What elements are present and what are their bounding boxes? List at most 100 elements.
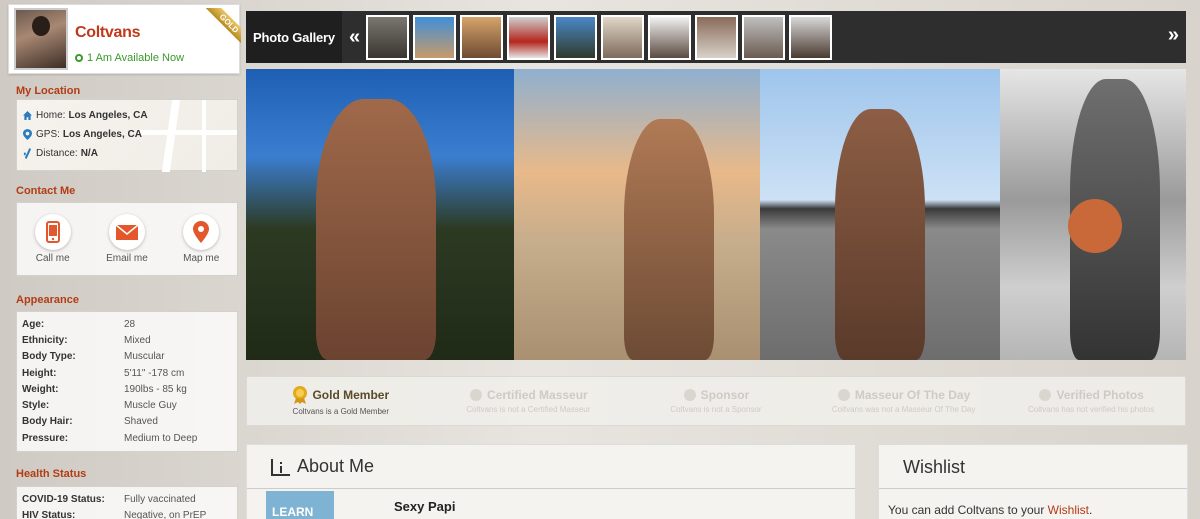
badge-subtitle: Coltvans is not a Certified Masseur [466,405,591,414]
appearance-row: Body Hair: Shaved [22,416,158,428]
phone-icon [45,221,60,243]
gallery-thumbnail[interactable] [507,14,551,60]
trophy-icon [837,389,850,401]
distance-label: Distance: [36,148,78,159]
gallery-thumbnail[interactable] [366,14,410,60]
gallery-thumbnail[interactable] [648,14,692,60]
badge-subtitle: Coltvans was not a Masseur Of The Day [831,405,976,414]
badge-subtitle: Coltvans is a Gold Member [292,407,390,416]
gallery-photo[interactable] [1000,69,1186,360]
map-me-label: Map me [183,253,220,264]
verified-icon [1039,389,1052,401]
health-row: HIV Status: Negative, on PrEP [22,509,207,519]
gallery-thumbnail[interactable] [460,14,504,60]
badges-bar: Gold Member Coltvans is a Gold Member Ce… [246,376,1186,426]
health-title: Health Status [16,468,87,480]
gold-ribbon: GOLD [205,8,241,44]
about-me-subtitle: Sexy Papi [394,499,456,514]
about-me-panel: About Me LEARN MORE Sexy Papi [246,444,856,519]
photo-collage [246,69,1186,360]
badge-certified-masseur[interactable]: Certified Masseur Coltvans is not a Cert… [435,377,623,425]
gallery-thumbnail[interactable] [742,14,786,60]
wishlist-text-prefix: You can add Coltvans to your [888,503,1048,517]
contact-box: Call me Email me Map me [16,202,238,276]
gallery-label: Photo Gallery [246,11,342,63]
gallery-thumbnail[interactable] [413,14,457,60]
distance-value: N/A [80,148,98,159]
call-me-label: Call me [35,253,70,264]
availability-status: 1 Am Available Now [75,52,184,64]
appearance-row: Body Type: Muscular [22,351,165,363]
distance: Distance: N/A [17,144,237,163]
info-icon [271,458,290,476]
gallery-next-button[interactable]: » [1168,24,1179,47]
map-me-button[interactable]: Map me [183,214,219,264]
gallery-thumbnail[interactable] [554,14,598,60]
location-box: Home: Los Angeles, CA GPS: Los Angeles, … [16,99,238,172]
profile-card: Coltvans 1 Am Available Now GOLD [8,4,241,74]
photo-gallery-bar: Photo Gallery « » [246,11,1186,63]
wishlist-title: Wishlist [879,445,1187,489]
sponsor-icon [683,389,696,401]
badge-masseur-of-the-day[interactable]: Masseur Of The Day Coltvans was not a Ma… [810,377,998,425]
wishlist-panel: Wishlist You can add Coltvans to your Wi… [878,444,1188,519]
badge-subtitle: Coltvans is not a Sponsor [670,405,762,414]
profile-sidebar: Coltvans 1 Am Available Now GOLD My Loca… [8,4,241,519]
gallery-thumbnail[interactable] [789,14,833,60]
email-me-button[interactable]: Email me [106,214,148,264]
appearance-row: Pressure: Medium to Deep [22,432,198,444]
badge-sponsor[interactable]: Sponsor Coltvans is not a Sponsor [622,377,810,425]
appearance-row: Height: 5'11" -178 cm [22,367,185,379]
badge-title: Certified Masseur [487,388,588,402]
availability-text: 1 Am Available Now [87,52,185,64]
certificate-icon [470,389,483,401]
gallery-thumbnails [366,14,833,60]
distance-icon [23,148,32,159]
location-title: My Location [16,85,81,97]
gps-label: GPS: [36,129,60,140]
gallery-photo[interactable] [760,69,1000,360]
gallery-thumbnail[interactable] [601,14,645,60]
gallery-photo[interactable] [514,69,760,360]
pin-icon [23,129,32,140]
wishlist-text: You can add Coltvans to your Wishlist. [879,489,1187,517]
avatar[interactable] [14,8,68,70]
gold-ribbon-label: GOLD [205,8,241,44]
gallery-thumbnail[interactable] [695,14,739,60]
envelope-icon [115,224,138,240]
about-me-header: About Me [247,445,855,489]
badge-title: Verified Photos [1056,388,1144,402]
gallery-photo[interactable] [246,69,514,360]
available-dot-icon [75,54,83,62]
badge-verified-photos[interactable]: Verified Photos Coltvans has not verifie… [997,377,1185,425]
badge-title: Masseur Of The Day [854,388,971,402]
badge-subtitle: Coltvans has not verified his photos [1028,405,1155,414]
appearance-box: Age: 28 Ethnicity: Mixed Body Type: Muscula… [16,311,238,452]
health-row: COVID-19 Status: Fully vaccinated [22,493,196,505]
email-me-label: Email me [106,253,148,264]
appearance-row: Style: Muscle Guy [22,400,177,412]
home-label: Home: [36,110,66,121]
home-location: Home: Los Angeles, CA [17,106,237,125]
badge-title: Gold Member [312,388,390,402]
about-me-title: About Me [297,456,375,476]
gallery-prev-button[interactable]: « [349,26,360,49]
home-value: Los Angeles, CA [68,110,148,121]
call-me-button[interactable]: Call me [34,214,71,264]
appearance-row: Age: 28 [22,318,136,330]
health-box: COVID-19 Status: Fully vaccinated HIV Sta… [16,486,238,519]
wishlist-text-suffix: . [1089,503,1093,517]
profile-name[interactable]: Coltvans [75,24,140,42]
gold-medal-icon [293,386,308,404]
learn-more-button[interactable]: LEARN MORE [266,491,334,519]
badge-gold-member[interactable]: Gold Member Coltvans is a Gold Member [247,377,435,425]
map-pin-icon [193,221,210,243]
gps-location: GPS: Los Angeles, CA [17,125,237,144]
appearance-row: Weight: 190lbs - 85 kg [22,383,187,395]
appearance-row: Ethnicity: Mixed [22,334,151,346]
wishlist-link[interactable]: Wishlist [1048,503,1089,517]
home-icon [23,111,32,120]
appearance-title: Appearance [16,294,79,306]
badge-title: Sponsor [700,388,750,402]
contact-title: Contact Me [16,185,76,197]
